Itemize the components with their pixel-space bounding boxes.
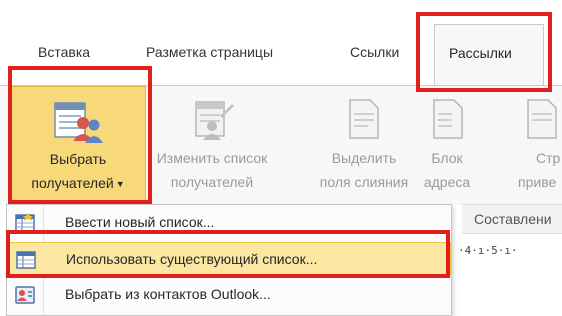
address-block-label-line1: Блок (431, 150, 463, 166)
tab-page-layout[interactable]: Разметка страницы (146, 44, 273, 60)
ribbon-group-caption: Составлени (462, 204, 562, 234)
highlight-box-mailings-tab (416, 12, 552, 92)
edit-recipient-list-label-line2: получателей (170, 174, 254, 190)
highlight-box-existing-list (6, 230, 450, 278)
greeting-line-label-line2: приве (518, 174, 557, 190)
address-block-label-line2: адреса (423, 174, 471, 190)
highlight-merge-fields-label-line1: Выделить (331, 150, 397, 166)
highlight-merge-fields-label-line2: поля слияния (319, 174, 409, 190)
document-area (452, 274, 562, 316)
outlook-contacts-icon (15, 286, 35, 304)
address-block-button[interactable]: Блок адреса (416, 86, 478, 206)
greeting-line-label-line1: Стр (536, 150, 561, 166)
edit-recipient-list-button[interactable]: Изменить список получателей (146, 86, 278, 206)
horizontal-ruler[interactable]: ·4·ı·5·ı· (452, 234, 562, 274)
menu-item-outlook-contacts-label: Выбрать из контактов Outlook... (65, 286, 271, 302)
tab-references[interactable]: Ссылки (350, 44, 399, 60)
edit-list-icon (195, 101, 234, 140)
edit-recipient-list-label-line1: Изменить список (156, 150, 268, 166)
greeting-document-icon (527, 99, 557, 139)
highlight-merge-fields-button[interactable]: Выделить поля слияния (314, 86, 414, 206)
document-icon (349, 99, 379, 139)
greeting-line-button[interactable]: Стр приве (480, 86, 562, 206)
menu-item-outlook-contacts[interactable]: Выбрать из контактов Outlook... (7, 278, 451, 312)
tab-insert[interactable]: Вставка (38, 44, 90, 60)
address-document-icon (433, 99, 463, 139)
menu-item-new-list-label: Ввести новый список... (65, 214, 215, 230)
highlight-box-select-recipients (8, 66, 152, 204)
